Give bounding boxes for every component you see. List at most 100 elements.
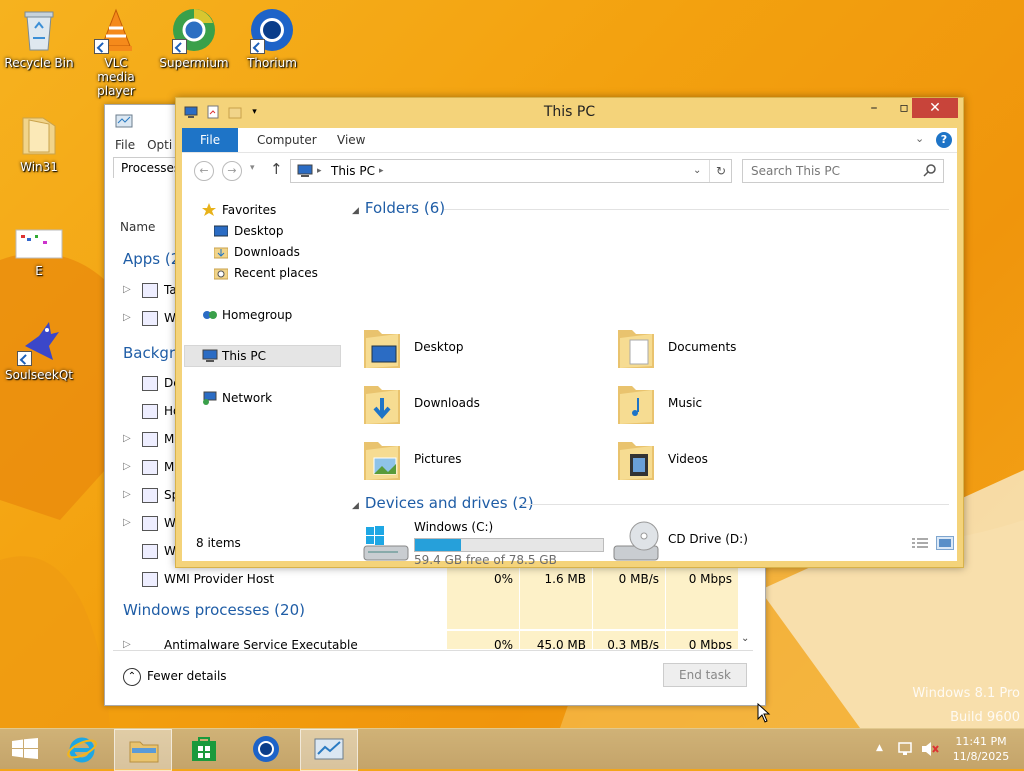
address-dropdown-icon[interactable]: ⌄ bbox=[693, 160, 701, 182]
expand-arrow-icon[interactable]: ▷ bbox=[123, 509, 131, 537]
help-icon[interactable]: ? bbox=[936, 132, 952, 148]
tab-view[interactable]: View bbox=[325, 128, 377, 152]
desktop-icon-soulseek[interactable]: SoulseekQt bbox=[3, 318, 75, 382]
desktop-icon-vlc[interactable]: VLC media player bbox=[80, 6, 152, 98]
breadcrumb-chevron-icon[interactable]: ▸ bbox=[379, 160, 384, 182]
folder-tile-videos[interactable]: Videos bbox=[616, 434, 856, 486]
section-windows-processes: Windows processes (20) bbox=[105, 593, 745, 629]
documents-folder-icon bbox=[618, 330, 654, 368]
section-windows-label: Windows processes (20) bbox=[123, 601, 305, 619]
process-icon bbox=[142, 283, 158, 298]
recent-locations-icon[interactable]: ▾ bbox=[250, 163, 255, 173]
volume-muted-icon[interactable] bbox=[920, 741, 940, 757]
start-button[interactable] bbox=[0, 729, 56, 769]
breadcrumb-this-pc[interactable]: This PC bbox=[331, 160, 375, 182]
network-value: 0 Mbps bbox=[688, 572, 732, 586]
row-name: Antimalware Service Executable bbox=[164, 638, 358, 649]
taskbar-file-explorer[interactable] bbox=[114, 729, 172, 771]
collapse-arrow-icon[interactable]: ◢ bbox=[352, 206, 359, 216]
search-placeholder: Search This PC bbox=[751, 164, 840, 178]
details-view-icon[interactable] bbox=[912, 537, 928, 549]
expand-arrow-icon[interactable]: ▷ bbox=[123, 304, 131, 332]
tab-computer[interactable]: Computer bbox=[245, 128, 329, 152]
expand-arrow-icon[interactable]: ▷ bbox=[123, 631, 131, 649]
watermark-edition: Windows 8.1 Pro bbox=[912, 686, 1020, 701]
navigation-pane: Favorites Desktop Downloads Recent place… bbox=[182, 186, 342, 526]
soulseek-icon bbox=[15, 318, 63, 366]
desktop-icon-recycle-bin[interactable]: Recycle Bin bbox=[3, 6, 75, 70]
clock-date: 11/8/2025 bbox=[952, 750, 1010, 763]
star-icon bbox=[202, 203, 216, 216]
user-process-icon bbox=[142, 460, 158, 475]
table-row-antimalware[interactable]: ▷ Antimalware Service Executable 0% 45.0… bbox=[105, 631, 745, 649]
end-task-button[interactable]: End task bbox=[663, 663, 747, 687]
cell-blank bbox=[520, 593, 592, 629]
network-tray-icon[interactable] bbox=[897, 741, 915, 757]
desktop-icon-e[interactable]: E bbox=[3, 222, 75, 278]
menu-file[interactable]: File bbox=[115, 138, 135, 152]
column-header-name[interactable]: Name bbox=[120, 220, 155, 234]
disk-value: 0.3 MB/s bbox=[607, 638, 659, 649]
explorer-window[interactable]: ▾ This PC – ▫ ✕ File Computer View ⌄ ? ←… bbox=[175, 97, 964, 568]
expand-arrow-icon[interactable]: ▷ bbox=[123, 425, 131, 453]
menu-options[interactable]: Opti bbox=[147, 138, 172, 152]
folder-tile-pictures[interactable]: Pictures bbox=[362, 434, 602, 486]
drive-tile-d[interactable]: CD Drive (D:) bbox=[613, 520, 856, 572]
taskbar-store[interactable] bbox=[176, 729, 232, 769]
image-file-icon bbox=[15, 222, 63, 262]
system-clock[interactable]: 11:41 PM 11/8/2025 bbox=[950, 734, 1012, 764]
up-button[interactable]: ↑ bbox=[270, 160, 283, 178]
expand-arrow-icon[interactable]: ▷ bbox=[123, 276, 131, 304]
folder-tile-downloads[interactable]: Downloads bbox=[362, 378, 602, 430]
taskbar-thorium[interactable] bbox=[238, 729, 294, 769]
downloads-folder-icon bbox=[364, 386, 400, 424]
desktop-icon-supermium[interactable]: Supermium bbox=[158, 6, 230, 70]
taskbar-internet-explorer[interactable] bbox=[54, 729, 110, 769]
scroll-down-arrow-icon[interactable]: ⌄ bbox=[741, 633, 749, 644]
show-hidden-icons-icon[interactable]: ▲ bbox=[876, 743, 883, 753]
back-button[interactable]: ← bbox=[194, 161, 214, 181]
desktop-icon-thorium[interactable]: Thorium bbox=[236, 6, 308, 70]
downloads-icon bbox=[213, 245, 229, 259]
devices-group-header[interactable]: ◢ Devices and drives (2) bbox=[352, 494, 534, 512]
address-bar-row: ← → ▾ ↑ ▸ This PC ▸ ⌄ ↻ Search This PC bbox=[182, 152, 957, 187]
breadcrumb-chevron-icon[interactable]: ▸ bbox=[317, 160, 322, 182]
process-icon bbox=[142, 404, 158, 419]
folder-tile-documents[interactable]: Documents bbox=[616, 322, 856, 374]
tiles-view-icon[interactable] bbox=[935, 536, 954, 550]
expand-arrow-icon[interactable]: ▷ bbox=[123, 453, 131, 481]
expand-ribbon-icon[interactable]: ⌄ bbox=[915, 132, 924, 145]
window-title: This PC bbox=[543, 104, 596, 120]
search-box[interactable]: Search This PC bbox=[742, 159, 944, 183]
folder-tile-music[interactable]: Music bbox=[616, 378, 856, 430]
collapse-arrow-icon[interactable]: ◢ bbox=[352, 501, 359, 511]
task-manager-icon bbox=[314, 738, 344, 760]
supermium-icon bbox=[170, 6, 218, 54]
refresh-icon[interactable]: ↻ bbox=[709, 160, 732, 182]
nav-label: Favorites bbox=[222, 203, 277, 217]
drive-label: Windows (C:) bbox=[414, 520, 494, 534]
group-divider bbox=[444, 209, 949, 210]
fewer-details-button[interactable]: ⌃ Fewer details bbox=[123, 666, 227, 686]
forward-button[interactable]: → bbox=[222, 161, 242, 181]
minimize-button[interactable]: – bbox=[859, 98, 889, 118]
cell-blank bbox=[447, 593, 519, 629]
watermark-build: Build 9600 bbox=[950, 710, 1020, 725]
nav-label: Downloads bbox=[234, 245, 300, 259]
folder-tile-desktop[interactable]: Desktop bbox=[362, 322, 602, 374]
taskbar-task-manager[interactable] bbox=[300, 729, 358, 771]
task-manager-footer: ⌃ Fewer details End task bbox=[113, 650, 753, 691]
wmi-process-icon bbox=[142, 572, 158, 587]
address-bar[interactable]: ▸ This PC ▸ ⌄ ↻ bbox=[290, 159, 732, 183]
task-manager-menu: File Opti bbox=[105, 135, 184, 155]
drive-tile-c[interactable]: Windows (C:) 59.4 GB free of 78.5 GB bbox=[362, 520, 604, 572]
desktop-icon-win31[interactable]: Win31 bbox=[3, 110, 75, 174]
expand-arrow-icon[interactable]: ▷ bbox=[123, 481, 131, 509]
network-icon bbox=[202, 391, 217, 405]
folders-group-header[interactable]: ◢ Folders (6) bbox=[352, 199, 445, 217]
memory-value: 45.0 MB bbox=[536, 638, 586, 649]
tab-file[interactable]: File bbox=[182, 128, 239, 152]
folder-label: Pictures bbox=[414, 452, 462, 466]
close-button[interactable]: ✕ bbox=[912, 98, 958, 118]
drive-usage-bar bbox=[414, 538, 604, 552]
